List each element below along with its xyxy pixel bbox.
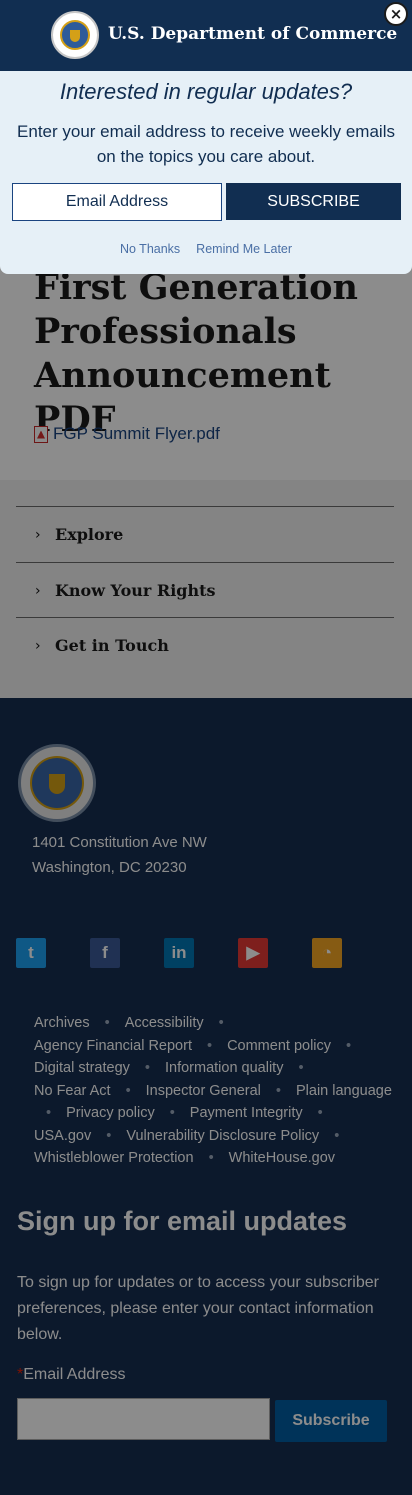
commerce-seal-logo [51,11,99,59]
modal-email-input[interactable]: Email Address [12,183,222,221]
modal-header: U.S. Department of Commerce × [0,0,412,71]
modal-heading: Interested in regular updates? [59,79,353,104]
modal-subscribe-button[interactable]: SUBSCRIBE [226,183,401,220]
modal-subtext: Enter your email address to receive week… [17,122,395,166]
modal-secondary-links: No Thanks Remind Me Later [0,242,412,256]
no-thanks-link[interactable]: No Thanks [120,242,180,256]
modal-header-title: U.S. Department of Commerce [108,24,398,44]
email-signup-modal: Interested in regular updates? Enter you… [0,71,412,274]
remind-later-link[interactable]: Remind Me Later [196,242,292,256]
close-icon[interactable]: × [384,2,408,26]
